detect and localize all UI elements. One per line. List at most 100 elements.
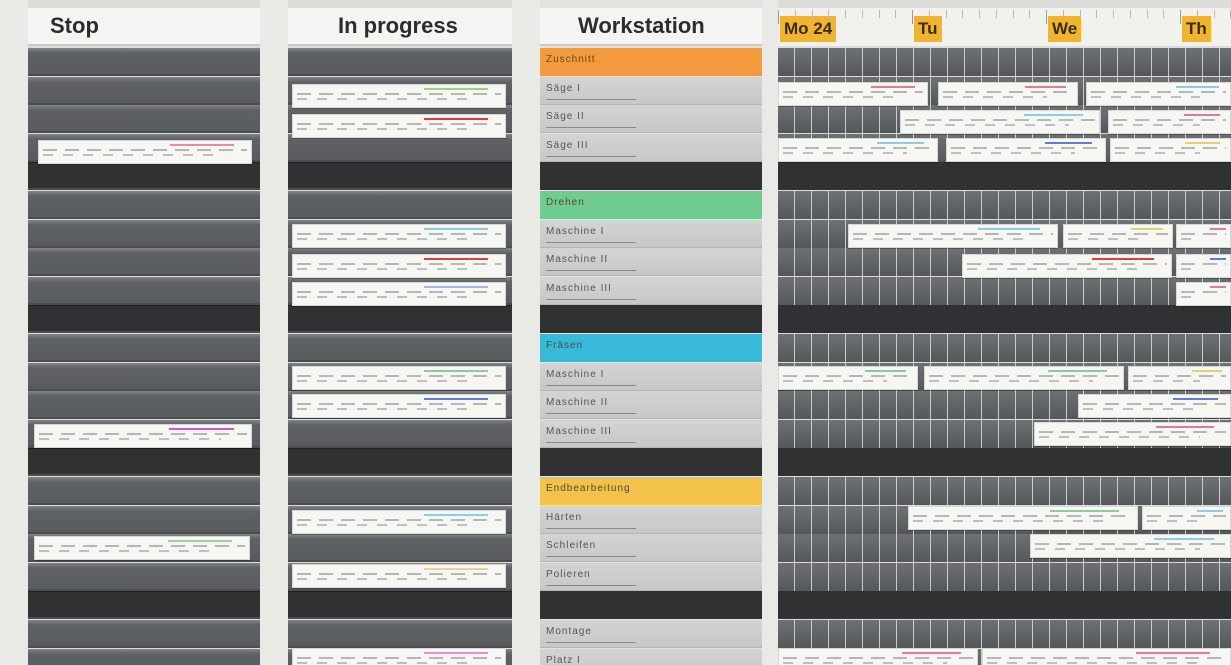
workstation-category[interactable]: Endbearbeitung [540, 477, 762, 505]
timeline-tick [778, 10, 779, 24]
workstation-label: Drehen [546, 197, 585, 208]
job-card[interactable] [292, 224, 506, 248]
job-card[interactable] [1078, 394, 1231, 418]
timeline-tick [945, 10, 947, 18]
timeline-tick [1012, 10, 1014, 18]
workstation-row[interactable]: Härten [540, 505, 762, 534]
timeline-tick [1163, 10, 1165, 18]
label-underline [546, 241, 636, 243]
job-card[interactable] [900, 110, 1100, 134]
timeline-tick [1180, 10, 1181, 24]
job-card[interactable] [1110, 138, 1231, 162]
timeline-tick [828, 10, 830, 18]
job-card[interactable] [292, 564, 506, 588]
workstation-label: Maschine III [546, 425, 612, 437]
job-card[interactable] [1128, 366, 1231, 390]
workstation-label: Endbearbeitung [546, 483, 631, 494]
workstation-row[interactable]: Maschine I [540, 219, 762, 248]
workstation-label: Zuschnitt [546, 54, 596, 65]
timeline-tick [1046, 10, 1047, 24]
slot-divider [288, 305, 512, 334]
label-underline [546, 155, 636, 157]
job-card[interactable] [1063, 224, 1173, 248]
job-card[interactable] [292, 84, 506, 108]
job-card[interactable] [1030, 534, 1231, 558]
job-card[interactable] [778, 138, 938, 162]
job-card[interactable] [908, 506, 1138, 530]
workstation-row[interactable]: Maschine II [540, 391, 762, 420]
job-card[interactable] [1108, 110, 1231, 134]
workstation-divider [540, 448, 762, 477]
job-card[interactable] [34, 424, 252, 448]
timeline-tick [895, 10, 897, 18]
card-slot [288, 48, 512, 76]
day-marker-mon: Mo 24 [780, 16, 837, 42]
job-card[interactable] [778, 648, 978, 665]
workstation-divider [540, 305, 762, 334]
workstation-row[interactable]: Säge II [540, 105, 762, 134]
job-card[interactable] [1086, 82, 1231, 106]
workstation-row[interactable]: Schleifen [540, 534, 762, 563]
card-slot [28, 219, 260, 248]
timeline-tick [979, 10, 980, 18]
stop-header: Stop [28, 8, 260, 46]
job-card[interactable] [1176, 254, 1231, 278]
job-card[interactable] [924, 366, 1124, 390]
timeline-tick [861, 10, 863, 18]
workstation-row[interactable]: Maschine III [540, 276, 762, 305]
slot-divider [288, 162, 512, 191]
workstation-divider [540, 591, 762, 620]
timeline-tick [928, 10, 930, 18]
label-underline [546, 270, 636, 272]
card-slot [28, 477, 260, 505]
timeline-row [778, 276, 1231, 305]
day-marker-thu: Th [1182, 16, 1211, 42]
job-card[interactable] [1176, 224, 1231, 248]
workstation-row[interactable]: Platz I [540, 648, 762, 665]
workstation-row[interactable]: Säge I [540, 76, 762, 105]
job-card[interactable] [982, 648, 1231, 665]
workstation-row[interactable]: Maschine III [540, 419, 762, 448]
workstation-label: Polieren [546, 568, 591, 580]
job-card[interactable] [778, 366, 918, 390]
job-card[interactable] [1176, 282, 1231, 306]
job-card[interactable] [292, 114, 506, 138]
job-card[interactable] [946, 138, 1106, 162]
card-slot [28, 191, 260, 219]
timeline-row [778, 562, 1231, 591]
workstation-category[interactable]: Fräsen [540, 334, 762, 362]
slot-divider [28, 591, 260, 620]
workstation-label: Säge II [546, 111, 585, 123]
workstation-row[interactable]: Maschine I [540, 362, 762, 391]
in-progress-title: In progress [338, 13, 458, 38]
job-card[interactable] [962, 254, 1172, 278]
card-slot [28, 248, 260, 277]
job-card[interactable] [1142, 506, 1231, 530]
workstation-row[interactable]: Maschine II [540, 248, 762, 277]
job-card[interactable] [292, 394, 506, 418]
job-card[interactable] [34, 536, 250, 560]
job-card[interactable] [292, 282, 506, 306]
workstation-category[interactable]: Zuschnitt [540, 48, 762, 76]
job-card[interactable] [938, 82, 1078, 106]
timeline-tick [912, 10, 913, 24]
workstation-row[interactable]: Säge III [540, 133, 762, 162]
job-card[interactable] [778, 82, 928, 106]
workstation-category[interactable]: Drehen [540, 191, 762, 219]
job-card[interactable] [292, 366, 506, 390]
job-card[interactable] [292, 254, 506, 278]
label-underline [546, 441, 636, 443]
card-slot [288, 419, 512, 448]
job-card[interactable] [292, 648, 506, 665]
timeline-row [778, 334, 1231, 362]
job-card[interactable] [292, 510, 506, 534]
workstation-list: Zuschnitt Säge I Säge II Säge III Drehen Masc… [540, 48, 762, 665]
job-card[interactable] [1034, 422, 1231, 446]
job-card[interactable] [38, 140, 252, 164]
timeline-divider [778, 448, 1231, 477]
workstation-row[interactable]: Polieren [540, 562, 762, 591]
timeline-tick [995, 10, 997, 18]
workstation-row[interactable]: Montage [540, 620, 762, 648]
label-underline [546, 127, 636, 129]
job-card[interactable] [848, 224, 1058, 248]
